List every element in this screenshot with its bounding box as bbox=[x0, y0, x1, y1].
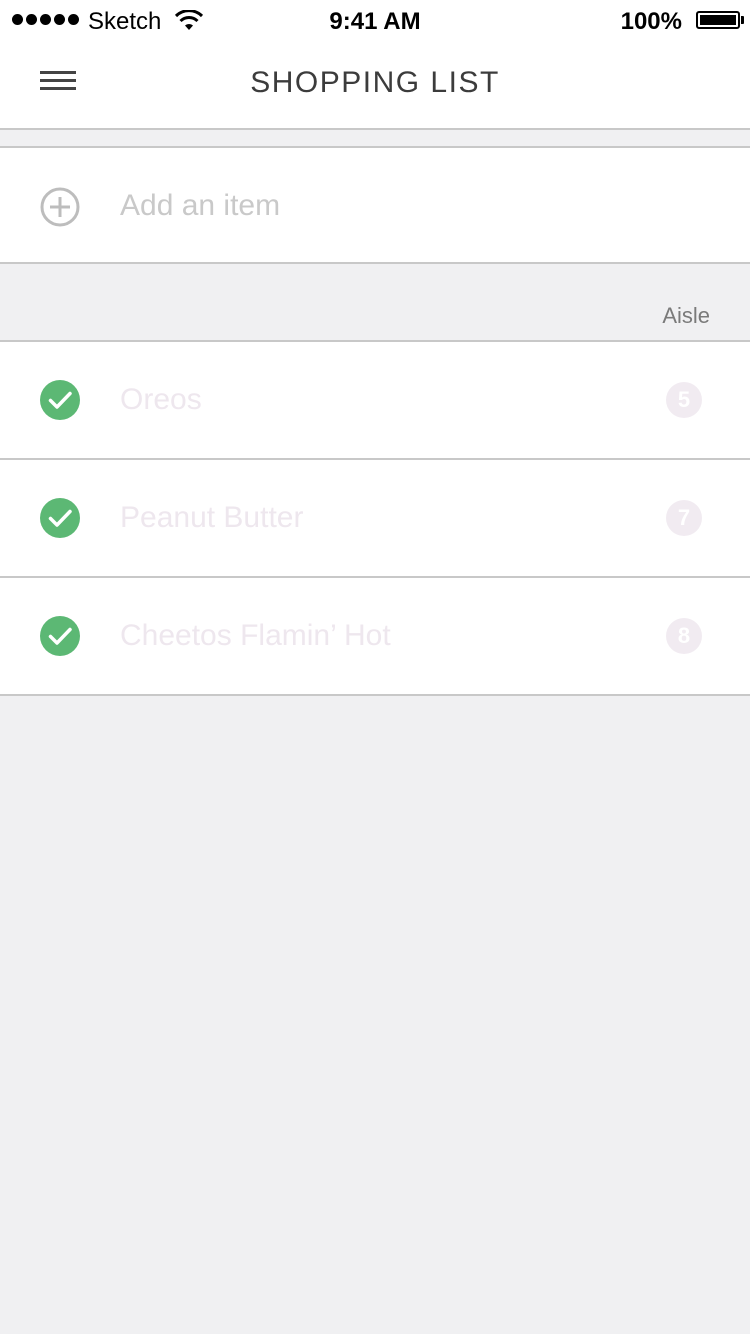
aisle-column-header: Aisle bbox=[662, 303, 710, 328]
nav-bar: SHOPPING LIST bbox=[0, 40, 750, 130]
aisle-badge: 7 bbox=[666, 500, 702, 536]
checkmark-circle-icon[interactable] bbox=[40, 498, 80, 538]
add-item-input[interactable] bbox=[120, 186, 680, 226]
item-name: Peanut Butter bbox=[120, 501, 304, 534]
battery-percent: 100% bbox=[620, 8, 682, 35]
add-item-row[interactable] bbox=[0, 146, 750, 264]
list-item[interactable]: Cheetos Flamin’ Hot 8 bbox=[0, 578, 750, 696]
item-name: Cheetos Flamin’ Hot bbox=[120, 619, 391, 652]
status-bar: Sketch 9:41 AM 100% bbox=[0, 0, 750, 40]
shopping-list: Oreos 5 Peanut Butter 7 Cheetos Flamin’ … bbox=[0, 340, 750, 696]
checkmark-circle-icon[interactable] bbox=[40, 380, 80, 420]
checkmark-circle-icon[interactable] bbox=[40, 616, 80, 656]
plus-circle-icon[interactable] bbox=[40, 187, 80, 227]
page-title: SHOPPING LIST bbox=[250, 66, 500, 99]
item-name: Oreos bbox=[120, 383, 202, 416]
list-item[interactable]: Peanut Butter 7 bbox=[0, 460, 750, 578]
battery-tip bbox=[741, 16, 744, 24]
battery-icon bbox=[696, 11, 740, 29]
aisle-badge: 5 bbox=[666, 382, 702, 418]
aisle-badge: 8 bbox=[666, 618, 702, 654]
list-item[interactable]: Oreos 5 bbox=[0, 342, 750, 460]
